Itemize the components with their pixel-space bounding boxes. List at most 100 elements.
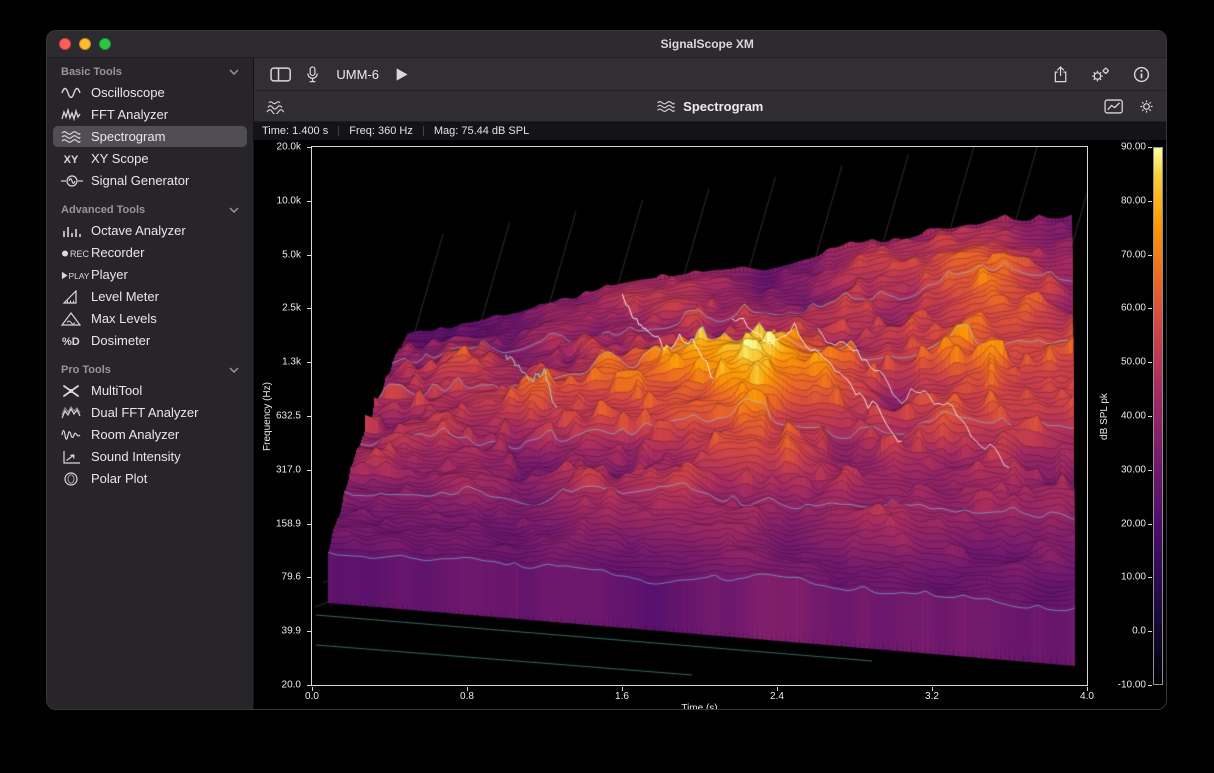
colorbar-labels: 90.0080.0070.0060.0050.0040.0030.0020.00… <box>1110 147 1146 685</box>
sidebar-section: Pro Tools MultiTool Dual FFT Analyzer Ro… <box>47 359 253 489</box>
app-window: SignalScope XM Basic Tools Oscilloscope … <box>46 30 1167 710</box>
share-button[interactable] <box>1053 66 1068 83</box>
record-icon: REC <box>61 246 91 260</box>
svg-text:XY: XY <box>64 154 79 166</box>
sidebar-item-spectrogram[interactable]: Spectrogram <box>53 126 247 147</box>
sidebar-section-items: Octave Analyzer REC Recorder PLAY Player… <box>47 220 253 351</box>
sidebar-section-header[interactable]: Advanced Tools <box>47 199 253 219</box>
sidebar-sections: Basic Tools Oscilloscope FFT Analyzer Sp… <box>47 61 253 489</box>
sidebar-section-items: MultiTool Dual FFT Analyzer Room Analyze… <box>47 380 253 489</box>
view-toolbar: Spectrogram <box>254 91 1166 122</box>
spectrogram-canvas[interactable] <box>312 147 1087 685</box>
y-tick-label: 79.6 <box>282 572 301 583</box>
sidebar-section: Advanced Tools Octave Analyzer REC Recor… <box>47 199 253 351</box>
sidebar: Basic Tools Oscilloscope FFT Analyzer Sp… <box>47 58 254 709</box>
y-tick-label: 158.9 <box>276 518 301 529</box>
plot-box <box>311 146 1088 686</box>
tick-mark <box>1148 416 1152 417</box>
dual-fft-icon <box>61 406 91 420</box>
x-axis-title: Time (s) <box>311 703 1088 709</box>
y-tick-label: 20.0 <box>282 680 301 691</box>
chevron-down-icon[interactable] <box>229 367 239 373</box>
sidebar-item-signal-generator[interactable]: Signal Generator <box>53 170 247 191</box>
z-tick-label: 0.0 <box>1132 626 1146 637</box>
z-tick-label: 30.00 <box>1121 464 1146 475</box>
view-settings-button[interactable] <box>1139 99 1154 114</box>
sidebar-item-multitool[interactable]: MultiTool <box>53 380 247 401</box>
sidebar-item-dual-fft-analyzer[interactable]: Dual FFT Analyzer <box>53 402 247 423</box>
tick-mark <box>1148 524 1152 525</box>
z-tick-marks <box>1148 147 1152 685</box>
sidebar-item-octave-analyzer[interactable]: Octave Analyzer <box>53 220 247 241</box>
play-button[interactable] <box>393 66 410 83</box>
traffic-lights <box>47 38 111 50</box>
svg-text:PLAY: PLAY <box>69 270 90 280</box>
status-time: Time: 1.400 s <box>262 125 328 137</box>
tick-mark <box>1148 577 1152 578</box>
xy-icon: XY <box>61 152 91 166</box>
y-axis-labels: 20.0k10.0k5.0k2.5k1.3k632.5317.0158.979.… <box>254 147 304 685</box>
sidebar-item-sound-intensity[interactable]: Sound Intensity <box>53 446 247 467</box>
y-tick-label: 317.0 <box>276 464 301 475</box>
sidebar-item-polar-plot[interactable]: Polar Plot <box>53 468 247 489</box>
main-toolbar: UMM-6 <box>254 58 1166 91</box>
sidebar-section: Basic Tools Oscilloscope FFT Analyzer Sp… <box>47 61 253 191</box>
y-tick-label: 39.9 <box>282 626 301 637</box>
y-tick-label: 2.5k <box>282 303 301 314</box>
y-tick-label: 5.0k <box>282 249 301 260</box>
settings-button[interactable] <box>1090 66 1111 83</box>
zoom-button[interactable] <box>99 38 111 50</box>
title-bar[interactable]: SignalScope XM <box>47 31 1166 58</box>
tick-mark <box>1148 685 1152 686</box>
tick-mark <box>1148 631 1152 632</box>
sidebar-toggle-button[interactable] <box>270 66 291 83</box>
sidebar-section-header[interactable]: Basic Tools <box>47 61 253 81</box>
tick-mark <box>1148 255 1152 256</box>
sidebar-section-items: Oscilloscope FFT Analyzer Spectrogram XY… <box>47 82 253 191</box>
sidebar-item-room-analyzer[interactable]: Room Analyzer <box>53 424 247 445</box>
chart-options-button[interactable] <box>1104 99 1123 114</box>
y-tick-label: 1.3k <box>282 357 301 368</box>
waterfall-view-button[interactable] <box>266 99 285 114</box>
view-title: Spectrogram <box>657 99 764 114</box>
fft-wave-icon <box>61 108 91 122</box>
x-tick-label: 3.2 <box>925 691 939 702</box>
chevron-down-icon[interactable] <box>229 69 239 75</box>
z-tick-label: 70.00 <box>1121 249 1146 260</box>
sidebar-item-player[interactable]: PLAY Player <box>53 264 247 285</box>
sidebar-section-label: Pro Tools <box>61 364 111 376</box>
room-analyzer-icon <box>61 428 91 442</box>
play-text-icon: PLAY <box>61 268 91 282</box>
spectrogram-icon <box>657 100 676 113</box>
polar-plot-icon <box>61 472 91 486</box>
window-title: SignalScope XM <box>661 37 754 51</box>
x-axis-labels: 0.00.81.62.43.24.0 <box>312 691 1087 703</box>
chevron-down-icon[interactable] <box>229 207 239 213</box>
sidebar-item-recorder[interactable]: REC Recorder <box>53 242 247 263</box>
info-button[interactable] <box>1133 66 1150 83</box>
sidebar-item-dosimeter[interactable]: %D Dosimeter <box>53 330 247 351</box>
x-tick-label: 2.4 <box>770 691 784 702</box>
z-tick-label: 80.00 <box>1121 195 1146 206</box>
view-title-label: Spectrogram <box>683 99 763 114</box>
z-tick-label: 60.00 <box>1121 303 1146 314</box>
sidebar-item-xy-scope[interactable]: XY XY Scope <box>53 148 247 169</box>
z-tick-label: 90.00 <box>1121 142 1146 153</box>
device-name-label[interactable]: UMM-6 <box>336 67 379 82</box>
tick-mark <box>1148 470 1152 471</box>
z-tick-label: 50.00 <box>1121 357 1146 368</box>
sidebar-item-max-levels[interactable]: Max Levels <box>53 308 247 329</box>
signal-generator-icon <box>61 174 91 188</box>
x-tick-label: 0.8 <box>460 691 474 702</box>
sidebar-item-fft-analyzer[interactable]: FFT Analyzer <box>53 104 247 125</box>
tick-mark <box>1148 308 1152 309</box>
sidebar-item-oscilloscope[interactable]: Oscilloscope <box>53 82 247 103</box>
sidebar-item-level-meter[interactable]: Level Meter <box>53 286 247 307</box>
z-tick-label: 40.00 <box>1121 411 1146 422</box>
close-button[interactable] <box>59 38 71 50</box>
status-separator <box>423 126 424 136</box>
minimize-button[interactable] <box>79 38 91 50</box>
input-device-button[interactable] <box>305 66 320 83</box>
octave-bars-icon <box>61 224 91 238</box>
sidebar-section-header[interactable]: Pro Tools <box>47 359 253 379</box>
